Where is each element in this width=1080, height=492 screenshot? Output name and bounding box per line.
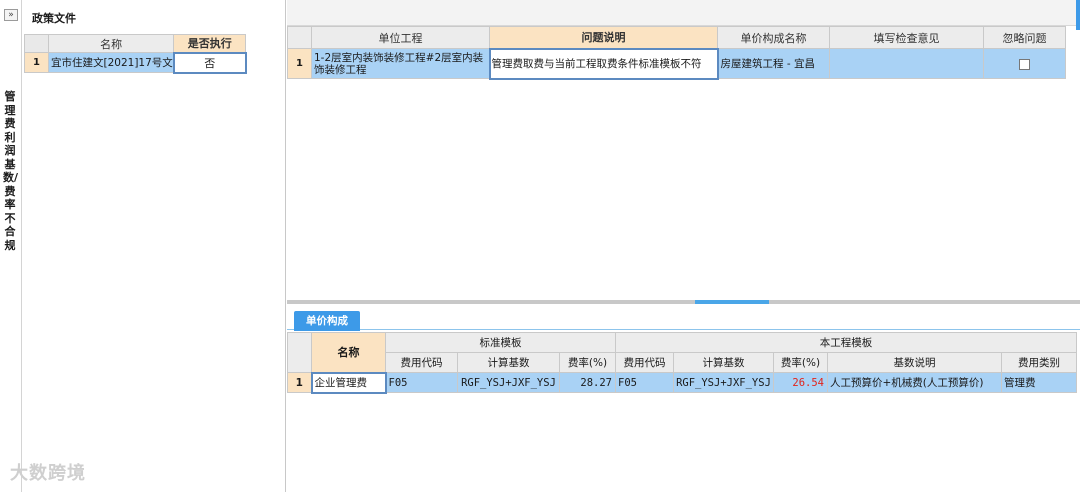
watermark-logo: 大数跨境 [10,463,86,484]
table-corner [287,26,312,49]
column-header-std-rate[interactable]: 费率(%) [559,352,616,373]
column-header-price-name[interactable]: 单价构成名称 [717,26,830,49]
table-row[interactable]: 1 企业管理费 F05 RGF_YSJ+JXF_YSJ 28.27 F05 RG… [287,371,1077,394]
main-toolbar [287,0,1080,26]
check-category-title: 管理费利润基数/费率不合规 [3,90,19,252]
column-header-prj-code[interactable]: 费用代码 [615,352,674,373]
problem-cell[interactable]: 管理费取费与当前工程取费条件标准模板不符 [488,47,719,80]
bottom-tab-strip: 单价构成 [287,304,1080,331]
table-corner [287,332,312,373]
column-header-std-base[interactable]: 计算基数 [457,352,560,373]
table-corner [24,34,49,53]
prj-code-cell: F05 [615,372,674,393]
policy-panel: 政策文件 名称 是否执行 1 宜市住建文[2021]17号文 否 [22,0,286,492]
prj-base-cell: RGF_YSJ+JXF_YSJ [673,372,774,393]
price-name-cell[interactable]: 房屋建筑工程 - 宜昌 [717,48,830,79]
column-header-problem[interactable]: 问题说明 [489,26,718,49]
ignore-cell[interactable] [983,48,1066,79]
column-header-std-code[interactable]: 费用代码 [385,352,458,373]
left-side-strip: » 管理费利润基数/费率不合规 [0,0,22,492]
group-header-standard: 标准模板 [385,332,616,353]
column-header-opinion[interactable]: 填写检查意见 [829,26,984,49]
column-header-unit[interactable]: 单位工程 [311,26,490,49]
price-composition-table: 名称 标准模板 本工程模板 费用代码 计算基数 费率(%) 费用代码 计算基数 … [287,332,1077,394]
column-header-ignore[interactable]: 忽略问题 [983,26,1066,49]
prj-rate-cell: 26.54 [773,372,828,393]
expand-panel-icon[interactable]: » [4,9,18,21]
unit-cell[interactable]: 1-2层室内装饰装修工程#2层室内装饰装修工程 [311,48,490,79]
base-desc-cell: 人工预算价+机械费(人工预算价) [827,372,1002,393]
row-number: 1 [24,52,49,73]
tab-unit-price[interactable]: 单价构成 [294,311,360,331]
policy-name-cell[interactable]: 宜市住建文[2021]17号文 [47,52,175,73]
column-header-prj-rate[interactable]: 费率(%) [773,352,828,373]
std-base-cell: RGF_YSJ+JXF_YSJ [457,372,560,393]
column-header-prj-base[interactable]: 计算基数 [673,352,774,373]
column-header-name[interactable]: 名称 [311,332,386,373]
ignore-checkbox[interactable] [1019,58,1030,70]
policy-table: 名称 是否执行 1 宜市住建文[2021]17号文 否 [24,34,247,74]
policy-panel-title: 政策文件 [32,12,76,25]
column-header-name[interactable]: 名称 [47,34,175,53]
std-rate-cell: 28.27 [559,372,616,393]
column-header-category[interactable]: 费用类别 [1001,352,1077,373]
column-header-execute[interactable]: 是否执行 [173,34,247,53]
row-number: 1 [287,372,312,393]
column-header-base-desc[interactable]: 基数说明 [827,352,1002,373]
execute-select[interactable]: 否 [172,51,247,74]
fee-name-cell[interactable]: 企业管理费 [310,371,387,394]
std-code-cell: F05 [385,372,458,393]
table-row[interactable]: 1 宜市住建文[2021]17号文 否 [24,51,247,74]
right-edge-accent [1076,0,1080,30]
group-header-project: 本工程模板 [615,332,1077,353]
row-number: 1 [287,48,312,79]
category-cell: 管理费 [1001,372,1077,393]
issue-table: 单位工程 问题说明 单价构成名称 填写检查意见 忽略问题 1 1-2层室内装饰装… [287,26,1066,80]
table-row[interactable]: 1 1-2层室内装饰装修工程#2层室内装饰装修工程 管理费取费与当前工程取费条件… [287,47,1066,80]
opinion-input[interactable] [829,48,984,79]
